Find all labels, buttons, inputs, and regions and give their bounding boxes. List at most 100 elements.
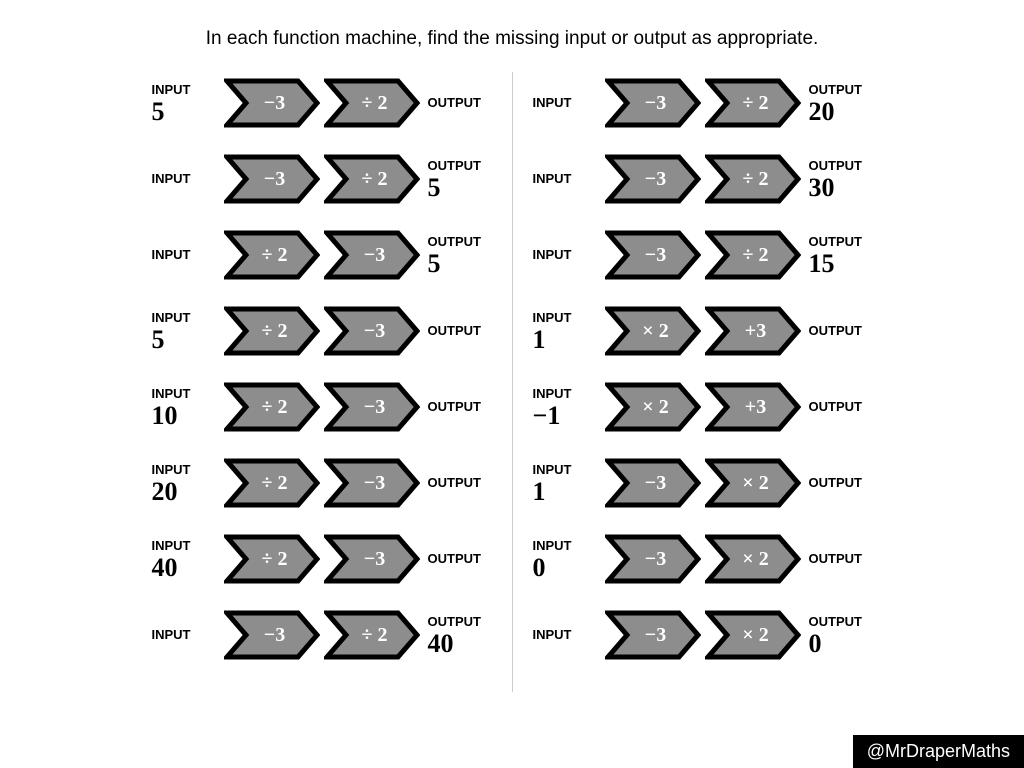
output-label: OUTPUT — [428, 614, 481, 629]
operation-arrow: −3 — [605, 534, 701, 584]
operation-arrow: −3 — [324, 230, 420, 280]
output-value: 0 — [809, 631, 822, 657]
operation-text: ÷ 2 — [324, 78, 420, 128]
operations: −3 ÷ 2 — [605, 78, 801, 128]
operation-arrow: × 2 — [605, 306, 701, 356]
operation-text: −3 — [324, 382, 420, 432]
operation-text: −3 — [324, 230, 420, 280]
input-box: INPUT — [533, 72, 605, 134]
operation-arrow: +3 — [705, 382, 801, 432]
operations: −3 × 2 — [605, 458, 801, 508]
operation-text: ÷ 2 — [324, 610, 420, 660]
function-machine: INPUT−1 × 2 +3OUTPUT — [533, 376, 873, 438]
operations: × 2 +3 — [605, 306, 801, 356]
operation-text: ÷ 2 — [224, 534, 320, 584]
operation-text: ÷ 2 — [705, 78, 801, 128]
operation-arrow: ÷ 2 — [224, 306, 320, 356]
output-label: OUTPUT — [809, 399, 862, 414]
output-label: OUTPUT — [428, 95, 481, 110]
operation-arrow: −3 — [224, 154, 320, 204]
operation-text: −3 — [605, 230, 701, 280]
input-box: INPUT5 — [152, 72, 224, 134]
operation-arrow: ÷ 2 — [705, 230, 801, 280]
operation-arrow: ÷ 2 — [324, 610, 420, 660]
operation-arrow: +3 — [705, 306, 801, 356]
operation-arrow: −3 — [224, 78, 320, 128]
output-box: OUTPUT5 — [420, 148, 492, 210]
operation-text: ÷ 2 — [705, 154, 801, 204]
operation-arrow: −3 — [605, 230, 701, 280]
operation-text: ÷ 2 — [705, 230, 801, 280]
operations: −3 ÷ 2 — [605, 154, 801, 204]
output-box: OUTPUT — [801, 452, 873, 514]
operations: −3 × 2 — [605, 534, 801, 584]
operation-arrow: −3 — [324, 534, 420, 584]
function-machine: INPUT10 ÷ 2 −3OUTPUT — [152, 376, 492, 438]
operation-arrow: ÷ 2 — [224, 230, 320, 280]
input-box: INPUT40 — [152, 528, 224, 590]
output-label: OUTPUT — [428, 551, 481, 566]
operations: ÷ 2 −3 — [224, 534, 420, 584]
input-value: 1 — [533, 479, 546, 505]
input-box: INPUT — [533, 604, 605, 666]
output-label: OUTPUT — [428, 399, 481, 414]
input-label: INPUT — [152, 82, 191, 97]
operation-text: −3 — [324, 458, 420, 508]
input-label: INPUT — [152, 310, 191, 325]
operation-text: ÷ 2 — [224, 382, 320, 432]
input-box: INPUT−1 — [533, 376, 605, 438]
input-label: INPUT — [152, 247, 191, 262]
operations: −3 ÷ 2 — [224, 154, 420, 204]
operation-arrow: −3 — [324, 306, 420, 356]
input-value: 1 — [533, 327, 546, 353]
output-label: OUTPUT — [428, 323, 481, 338]
output-value: 5 — [428, 251, 441, 277]
right-column: INPUT −3 ÷ 2OUTPUT20INPUT −3 ÷ 2OUTPUT30… — [513, 62, 893, 692]
function-machine: INPUT −3 × 2 OUTPUT 0 — [533, 604, 873, 666]
operation-text: × 2 — [605, 306, 701, 356]
function-machine: INPUT −3 ÷ 2OUTPUT5 — [152, 148, 492, 210]
operations: −3 × 2 — [605, 610, 801, 660]
operation-text: −3 — [224, 610, 320, 660]
operations: −3 ÷ 2 — [605, 230, 801, 280]
footer-handle: @MrDraperMaths — [853, 735, 1024, 768]
input-label: INPUT — [533, 95, 572, 110]
output-box: OUTPUT40 — [420, 604, 492, 666]
input-label: INPUT — [533, 310, 572, 325]
input-label: INPUT — [152, 386, 191, 401]
operation-arrow: −3 — [605, 458, 701, 508]
operation-arrow: ÷ 2 — [224, 458, 320, 508]
function-machine: INPUT40 ÷ 2 −3 OUTPUT — [152, 528, 492, 590]
operation-arrow: −3 — [224, 610, 320, 660]
output-label: OUTPUT — [809, 614, 862, 629]
input-label: INPUT — [152, 538, 191, 553]
operation-text: −3 — [605, 154, 701, 204]
operation-arrow: × 2 — [705, 610, 801, 660]
output-box: OUTPUT — [801, 300, 873, 362]
output-label: OUTPUT — [809, 475, 862, 490]
operation-arrow: × 2 — [705, 458, 801, 508]
input-label: INPUT — [533, 462, 572, 477]
output-box: OUTPUT — [420, 528, 492, 590]
output-label: OUTPUT — [809, 323, 862, 338]
output-label: OUTPUT — [809, 551, 862, 566]
input-label: INPUT — [152, 462, 191, 477]
input-value: 5 — [152, 327, 165, 353]
function-machine: INPUT ÷ 2 −3OUTPUT5 — [152, 224, 492, 286]
input-value: 0 — [533, 555, 546, 581]
function-machine: INPUT 0 −3 × 2 OUTPUT — [533, 528, 873, 590]
input-label: INPUT — [533, 538, 572, 553]
operation-arrow: −3 — [605, 610, 701, 660]
output-box: OUTPUT20 — [801, 72, 873, 134]
operation-text: +3 — [705, 382, 801, 432]
function-machine: INPUT 5 ÷ 2 −3 OUTPUT — [152, 300, 492, 362]
function-machine: INPUT −3 ÷ 2OUTPUT40 — [152, 604, 492, 666]
left-column: INPUT5 −3 ÷ 2OUTPUTINPUT −3 ÷ 2OUTPUT5IN… — [132, 62, 512, 692]
output-box: OUTPUT15 — [801, 224, 873, 286]
input-box: INPUT 1 — [533, 452, 605, 514]
operation-arrow: ÷ 2 — [705, 154, 801, 204]
output-box: OUTPUT — [420, 376, 492, 438]
function-machine: INPUT −3 ÷ 2OUTPUT30 — [533, 148, 873, 210]
operation-text: ÷ 2 — [224, 306, 320, 356]
output-label: OUTPUT — [428, 158, 481, 173]
